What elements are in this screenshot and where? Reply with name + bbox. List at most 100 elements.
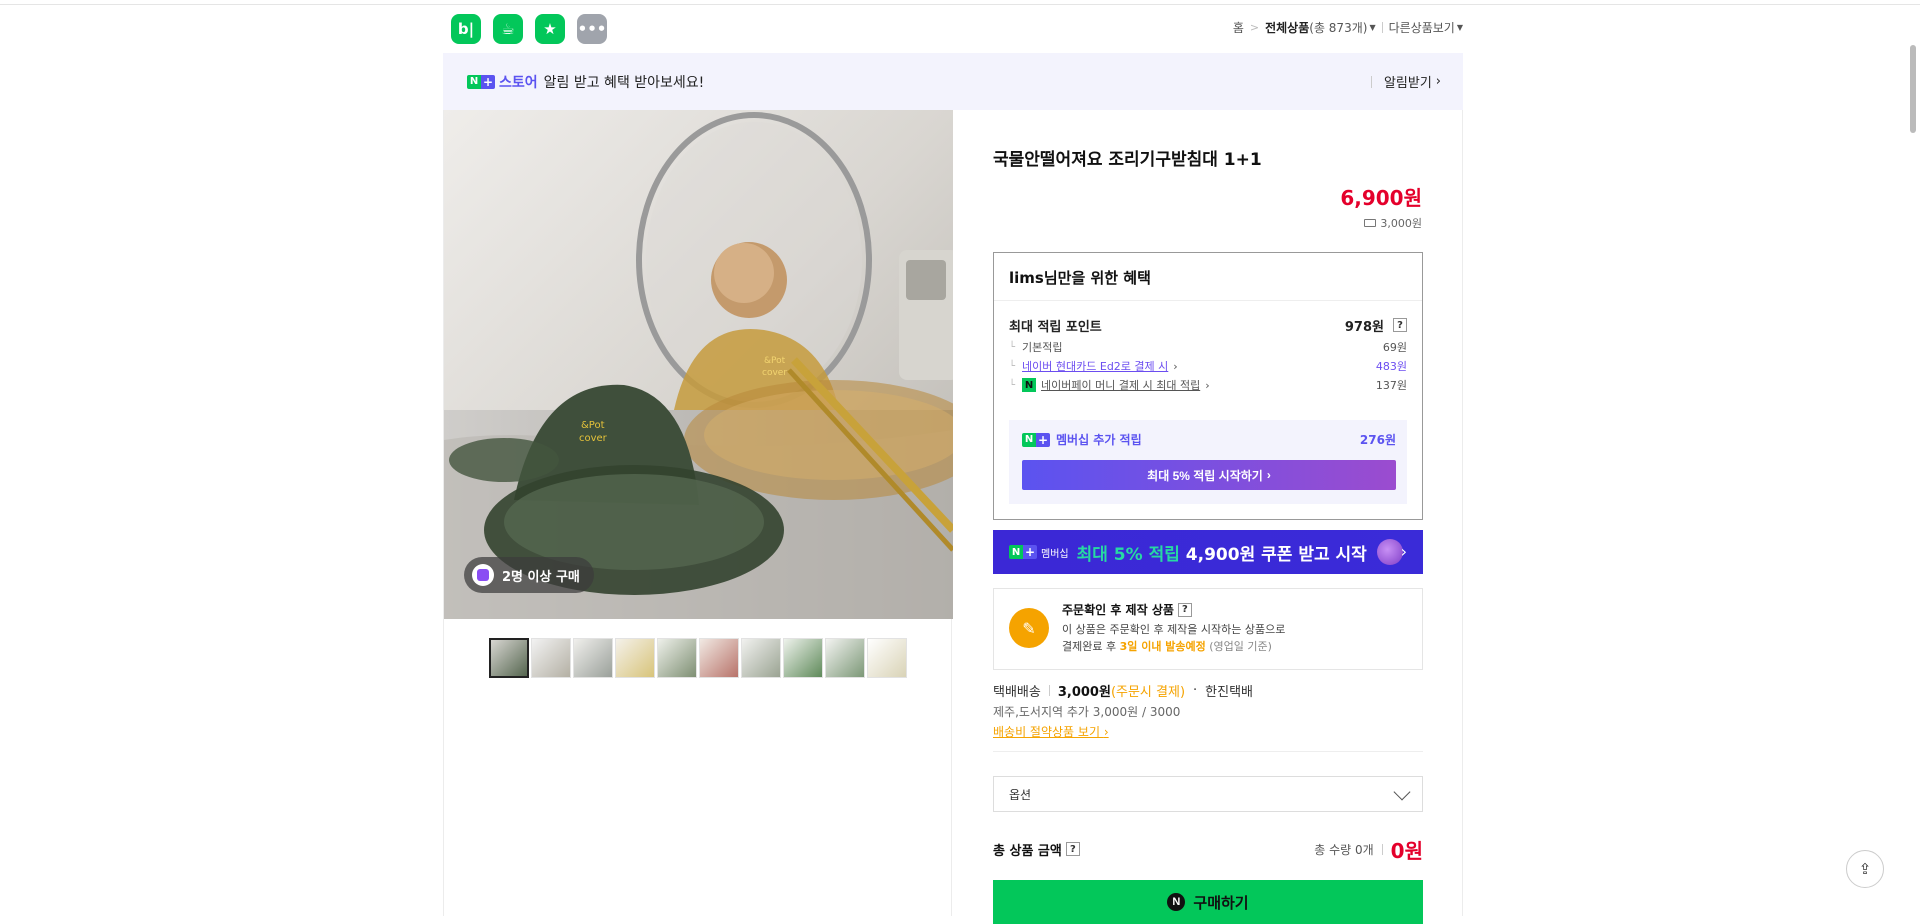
chevron-right-icon: › bbox=[1266, 468, 1271, 482]
banner-white-text: 4,900원 쿠폰 받고 시작 bbox=[1185, 544, 1367, 565]
scrollbar-thumb[interactable] bbox=[1910, 45, 1916, 133]
divider bbox=[1370, 75, 1372, 88]
membership-button-label: 최대 5% 적립 시작하기 bbox=[1147, 468, 1263, 483]
other-products-link[interactable]: 다른상품보기 bbox=[1389, 19, 1455, 36]
bookmark-app-icon[interactable]: ★ bbox=[535, 14, 565, 44]
point-value: 137원 bbox=[1375, 379, 1407, 392]
thumbnail[interactable] bbox=[741, 638, 781, 678]
thumbnail-strip bbox=[489, 638, 907, 678]
membership-value: 276원 bbox=[1359, 433, 1396, 447]
thumbnail[interactable] bbox=[699, 638, 739, 678]
breadcrumb-home[interactable]: 홈 bbox=[1233, 19, 1244, 36]
banner-green-text: 최대 5% 적립 bbox=[1076, 544, 1180, 565]
dot-separator: · bbox=[1193, 683, 1198, 698]
help-icon[interactable]: ? bbox=[1065, 842, 1080, 856]
naver-plus-logo: N + bbox=[467, 74, 495, 89]
chevron-right-icon: > bbox=[1249, 21, 1260, 34]
store-label: 스토어 bbox=[499, 74, 538, 91]
notify-action[interactable]: 알림받기 › bbox=[1370, 72, 1441, 91]
naverpay-icon: N bbox=[1167, 893, 1186, 911]
group-buy-text: 2명 이상 구매 bbox=[502, 569, 580, 585]
membership-label: 멤버십 추가 적립 bbox=[1056, 433, 1142, 447]
thumbnail[interactable] bbox=[573, 638, 613, 678]
option-placeholder: 옵션 bbox=[1009, 787, 1032, 802]
divider bbox=[993, 751, 1423, 752]
point-label: 기본적립 bbox=[1022, 341, 1063, 354]
point-row: └ 기본적립 69원 bbox=[1009, 338, 1407, 356]
onion-icon bbox=[1376, 539, 1403, 565]
option-select[interactable]: 옵션 bbox=[993, 776, 1423, 812]
more-apps-icon[interactable]: ••• bbox=[577, 14, 607, 44]
point-value: 69원 bbox=[1382, 341, 1407, 354]
thumbnail[interactable] bbox=[867, 638, 907, 678]
made-to-order-box: ✎ 주문확인 후 제작 상품 ? 이 상품은 주문확인 후 제작을 시작하는 상… bbox=[993, 588, 1423, 670]
thumbnail[interactable] bbox=[825, 638, 865, 678]
shipping-saving-link[interactable]: 배송비 절약상품 보기 › bbox=[993, 723, 1109, 740]
point-row: └ N 네이버페이 머니 결제 시 최대 적립 › 137원 bbox=[1009, 376, 1407, 394]
divider bbox=[1381, 843, 1383, 855]
delivery-method: 택배배송 bbox=[993, 685, 1041, 700]
delivery-info: 택배배송 3,000원(주문시 결제) · 한진택배 bbox=[993, 681, 1253, 700]
buy-button[interactable]: N 구매하기 bbox=[993, 880, 1423, 924]
edit-icon: ✎ bbox=[1009, 608, 1049, 648]
main-product-image[interactable]: &Pot cover &Pot cover 2명 이상 구매 bbox=[444, 110, 953, 619]
benefit-title: lims님만을 위한 혜택 bbox=[1009, 269, 1151, 287]
delivery-extra: 제주,도서지역 추가 3,000원 / 3000 bbox=[993, 705, 1181, 719]
naverpay-icon: N bbox=[1022, 378, 1037, 392]
divider bbox=[1381, 22, 1383, 33]
membership-row: N + 멤버십 추가 적립 276원 bbox=[1022, 431, 1396, 448]
banner-message: 최대 5% 적립 4,900원 쿠폰 받고 시작 bbox=[1077, 540, 1367, 565]
total-price-row: 총 상품 금액 ? 총 수량 0개 0원 bbox=[993, 835, 1423, 863]
made-line1: 이 상품은 주문확인 후 제작을 시작하는 상품으로 bbox=[1062, 623, 1286, 636]
svg-text:&Pot: &Pot bbox=[581, 420, 605, 431]
breadcrumb: 홈 > 전체상품 (총 873개) ▼ 다른상품보기 ▼ bbox=[1233, 19, 1463, 36]
blog-app-icon[interactable]: b| bbox=[451, 14, 481, 44]
thumbnail[interactable] bbox=[783, 638, 823, 678]
chevron-right-icon: › bbox=[1103, 725, 1109, 739]
chevron-down-icon bbox=[1393, 783, 1411, 801]
naver-n-icon: N bbox=[467, 74, 481, 89]
caret-down-icon[interactable]: ▼ bbox=[1369, 23, 1375, 32]
help-icon[interactable]: ? bbox=[1177, 602, 1192, 617]
product-title: 국물안떨어져요 조리기구받침대 1+1 bbox=[993, 150, 1262, 170]
notify-button[interactable]: 알림받기 bbox=[1384, 72, 1432, 91]
product-price: 6,900원 bbox=[1340, 186, 1422, 210]
max-points-value: 978원 bbox=[1344, 319, 1384, 335]
thumbnail[interactable] bbox=[615, 638, 655, 678]
made-line2: 결제완료 후 3일 이내 발송예정 (영업일 기준) bbox=[1062, 640, 1272, 653]
caret-down-icon[interactable]: ▼ bbox=[1457, 23, 1463, 32]
made-to-order-title: 주문확인 후 제작 상품 ? bbox=[1062, 601, 1192, 618]
share-icon[interactable]: ⇪ bbox=[1846, 850, 1884, 888]
elbow-icon: └ bbox=[1009, 360, 1016, 372]
total-qty: 총 수량 0개 bbox=[1314, 842, 1374, 857]
delivery-fee-note: (주문시 결제) bbox=[1110, 685, 1186, 700]
hyundai-card-link[interactable]: 네이버 현대카드 Ed2로 결제 시 bbox=[1022, 358, 1168, 374]
delivery-fee: 3,000원 bbox=[1057, 685, 1111, 700]
cafe-app-icon[interactable]: ☕ bbox=[493, 14, 523, 44]
breadcrumb-all-products[interactable]: 전체상품 bbox=[1265, 19, 1309, 36]
membership-start-button[interactable]: 최대 5% 적립 시작하기 › bbox=[1022, 460, 1396, 490]
thumbnail[interactable] bbox=[489, 638, 529, 678]
notification-banner: N + 스토어 알림 받고 혜택 받아보세요! 알림받기 › bbox=[443, 53, 1463, 110]
point-value: 483원 bbox=[1375, 360, 1407, 373]
made-to-order-desc: 이 상품은 주문확인 후 제작을 시작하는 상품으로 결제완료 후 3일 이내 … bbox=[1062, 621, 1285, 655]
breadcrumb-count: (총 873개) bbox=[1309, 21, 1368, 35]
membership-box: N + 멤버십 추가 적립 276원 최대 5% 적립 시작하기 › bbox=[1009, 420, 1407, 504]
delivery-carrier: 한진택배 bbox=[1205, 685, 1253, 700]
product-photo: &Pot cover &Pot cover bbox=[444, 110, 953, 619]
max-points-row: 최대 적립 포인트 978원 ? bbox=[1009, 316, 1407, 335]
help-icon[interactable]: ? bbox=[1393, 318, 1407, 332]
thumbnail[interactable] bbox=[531, 638, 571, 678]
svg-text:cover: cover bbox=[579, 433, 608, 444]
chevron-right-icon: › bbox=[1205, 378, 1210, 392]
thumbnail[interactable] bbox=[657, 638, 697, 678]
buy-label: 구매하기 bbox=[1193, 894, 1249, 912]
elbow-icon: └ bbox=[1009, 341, 1016, 353]
membership-banner[interactable]: N + 멤버십 최대 5% 적립 4,900원 쿠폰 받고 시작 › bbox=[993, 530, 1423, 574]
scrollbar[interactable] bbox=[1906, 5, 1920, 911]
header: b| ☕ ★ ••• 홈 > 전체상품 (총 873개) ▼ 다른상품보기 ▼ bbox=[443, 5, 1463, 53]
naver-plus-logo: N + bbox=[1009, 545, 1037, 559]
naverpay-money-link[interactable]: 네이버페이 머니 결제 시 최대 적립 bbox=[1041, 377, 1200, 393]
notice-text: 알림 받고 혜택 받아보세요! bbox=[543, 74, 705, 91]
chevron-right-icon: › bbox=[1173, 359, 1178, 373]
